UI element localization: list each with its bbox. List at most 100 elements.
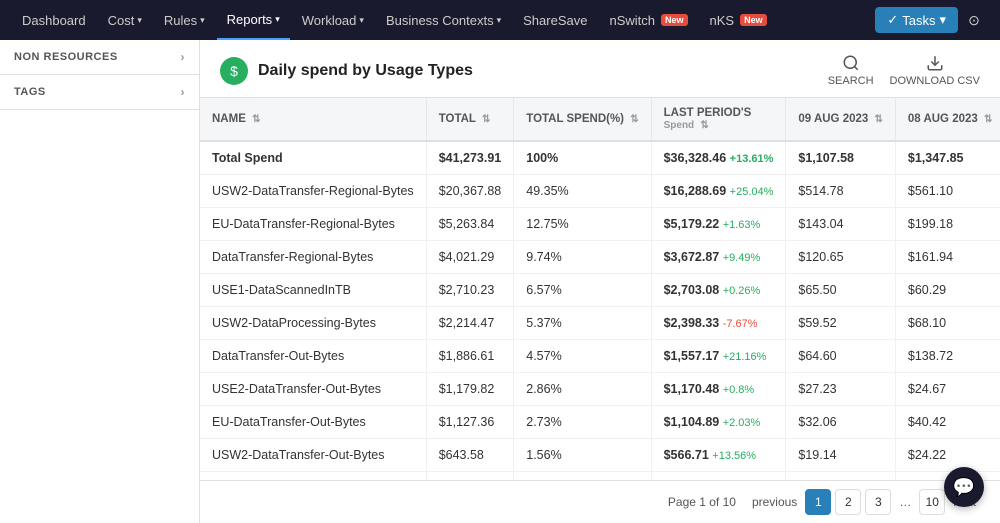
cell-09aug: $514.78 <box>786 175 896 208</box>
chevron-right-icon: › <box>181 50 186 64</box>
nav-label-business-contexts: Business Contexts <box>386 13 494 28</box>
tasks-label: Tasks <box>902 13 935 28</box>
page-btn-2[interactable]: 2 <box>835 489 861 515</box>
header-actions: SEARCH DOWNLOAD CSV <box>828 54 980 87</box>
cell-09aug: $27.23 <box>786 373 896 406</box>
cell-name: USE1-DataScannedInTB <box>200 274 426 307</box>
cell-09aug: $64.60 <box>786 340 896 373</box>
col-header-name[interactable]: NAME ⇅ <box>200 98 426 141</box>
nav-item-business-contexts[interactable]: Business Contexts ▾ <box>376 0 511 40</box>
cell-name: DataTransfer-Regional-Bytes <box>200 241 426 274</box>
page-btn-10[interactable]: 10 <box>919 489 945 515</box>
sort-icon-08aug: ⇅ <box>984 114 992 125</box>
sidebar-section-header-tags[interactable]: TAGS › <box>0 75 199 109</box>
cell-total: $542.08 <box>426 472 514 481</box>
chat-icon: 💬 <box>953 477 975 498</box>
download-label: DOWNLOAD CSV <box>890 75 980 87</box>
cell-name: EU-DataTransfer-Regional-Bytes <box>200 208 426 241</box>
table-row: USE2-DataTransfer-Out-Bytes $1,179.82 2.… <box>200 373 1000 406</box>
dollar-icon: $ <box>230 63 238 79</box>
cell-last-period: $248.96 +117.74% <box>651 472 786 481</box>
tasks-icon: ✓ <box>887 12 898 28</box>
cell-pct: 12.75% <box>514 208 651 241</box>
new-badge-nswitch: New <box>661 14 688 26</box>
cell-total: $4,021.29 <box>426 241 514 274</box>
cell-last-period: $1,557.17 +21.16% <box>651 340 786 373</box>
cell-08aug: $24.22 <box>895 439 1000 472</box>
nav-item-reports[interactable]: Reports ▾ <box>217 0 290 40</box>
cell-total: $1,179.82 <box>426 373 514 406</box>
cell-08aug: $138.72 <box>895 340 1000 373</box>
nav-item-nswitch[interactable]: nSwitch New <box>599 0 697 40</box>
cell-name: EU-DataTransfer-Out-Bytes <box>200 406 426 439</box>
cell-name: EU-DataProcessing-Bytes <box>200 472 426 481</box>
table-row: Total Spend $41,273.91 100% $36,328.46 +… <box>200 141 1000 175</box>
table-row: DataTransfer-Regional-Bytes $4,021.29 9.… <box>200 241 1000 274</box>
chevron-down-icon: ▾ <box>137 15 142 26</box>
cell-total: $2,710.23 <box>426 274 514 307</box>
nav-label-nswitch: nSwitch <box>609 13 655 28</box>
nav-item-rules[interactable]: Rules ▾ <box>154 0 215 40</box>
nav-item-sharesave[interactable]: ShareSave <box>513 0 597 40</box>
sidebar-section-header-non-resources[interactable]: NON RESOURCES › <box>0 40 199 74</box>
nav-label-cost: Cost <box>108 13 135 28</box>
sort-icon-last-period: ⇅ <box>700 120 708 131</box>
chevron-down-icon: ▾ <box>275 14 280 25</box>
cell-08aug: $24.67 <box>895 373 1000 406</box>
cell-08aug: $68.10 <box>895 307 1000 340</box>
cell-total: $1,886.61 <box>426 340 514 373</box>
cell-total: $41,273.91 <box>426 141 514 175</box>
cell-last-period: $2,398.33 -7.67% <box>651 307 786 340</box>
cell-name: DataTransfer-Out-Bytes <box>200 340 426 373</box>
col-header-last-period[interactable]: LAST PERIOD'S Spend ⇅ <box>651 98 786 141</box>
sidebar: NON RESOURCES › TAGS › <box>0 40 200 523</box>
help-button[interactable]: ⊙ <box>960 6 988 34</box>
cell-name: Total Spend <box>200 141 426 175</box>
cell-total: $1,127.36 <box>426 406 514 439</box>
nav-label-rules: Rules <box>164 13 197 28</box>
col-header-total[interactable]: TOTAL ⇅ <box>426 98 514 141</box>
cell-last-period: $16,288.69 +25.04% <box>651 175 786 208</box>
nav-label-nks: nKS <box>710 13 735 28</box>
cell-08aug: $561.10 <box>895 175 1000 208</box>
page-ellipsis: … <box>895 495 915 509</box>
col-header-08aug[interactable]: 08 AUG 2023 ⇅ <box>895 98 1000 141</box>
col-header-09aug[interactable]: 09 AUG 2023 ⇅ <box>786 98 896 141</box>
cell-pct: 49.35% <box>514 175 651 208</box>
cell-08aug: $60.29 <box>895 274 1000 307</box>
col-total-pct-label: TOTAL SPEND(%) <box>526 113 624 125</box>
col-header-total-pct[interactable]: TOTAL SPEND(%) ⇅ <box>514 98 651 141</box>
nav-item-dashboard[interactable]: Dashboard <box>12 0 96 40</box>
sidebar-section-tags: TAGS › <box>0 75 199 110</box>
cell-pct: 6.57% <box>514 274 651 307</box>
page-title-wrap: $ Daily spend by Usage Types <box>220 57 473 85</box>
main-layout: NON RESOURCES › TAGS › $ Daily spend by … <box>0 40 1000 523</box>
cell-pct: 100% <box>514 141 651 175</box>
table-row: DataTransfer-Out-Bytes $1,886.61 4.57% $… <box>200 340 1000 373</box>
page-btn-3[interactable]: 3 <box>865 489 891 515</box>
nav-label-dashboard: Dashboard <box>22 13 86 28</box>
previous-page-button[interactable]: previous <box>748 495 801 509</box>
cell-pct: 1.56% <box>514 439 651 472</box>
cell-last-period: $1,104.89 +2.03% <box>651 406 786 439</box>
chevron-down-icon: ▾ <box>200 15 205 26</box>
sort-icon-total: ⇅ <box>482 114 490 125</box>
cell-total: $2,214.47 <box>426 307 514 340</box>
page-btn-1[interactable]: 1 <box>805 489 831 515</box>
chat-bubble[interactable]: 💬 <box>944 467 984 507</box>
page-title: Daily spend by Usage Types <box>258 62 473 80</box>
new-badge-nks: New <box>740 14 767 26</box>
table-row: USE1-DataScannedInTB $2,710.23 6.57% $2,… <box>200 274 1000 307</box>
cell-09aug: $19.14 <box>786 439 896 472</box>
nav-item-nks[interactable]: nKS New <box>700 0 777 40</box>
cell-09aug: $65.50 <box>786 274 896 307</box>
nav-label-workload: Workload <box>302 13 357 28</box>
nav-item-cost[interactable]: Cost ▾ <box>98 0 152 40</box>
download-csv-button[interactable]: DOWNLOAD CSV <box>890 54 980 87</box>
nav-item-workload[interactable]: Workload ▾ <box>292 0 374 40</box>
top-nav: Dashboard Cost ▾ Rules ▾ Reports ▾ Workl… <box>0 0 1000 40</box>
tasks-button[interactable]: ✓ Tasks ▾ <box>875 7 958 33</box>
search-button[interactable]: SEARCH <box>828 54 874 87</box>
cell-name: USW2-DataProcessing-Bytes <box>200 307 426 340</box>
chevron-down-icon: ▾ <box>359 15 364 26</box>
